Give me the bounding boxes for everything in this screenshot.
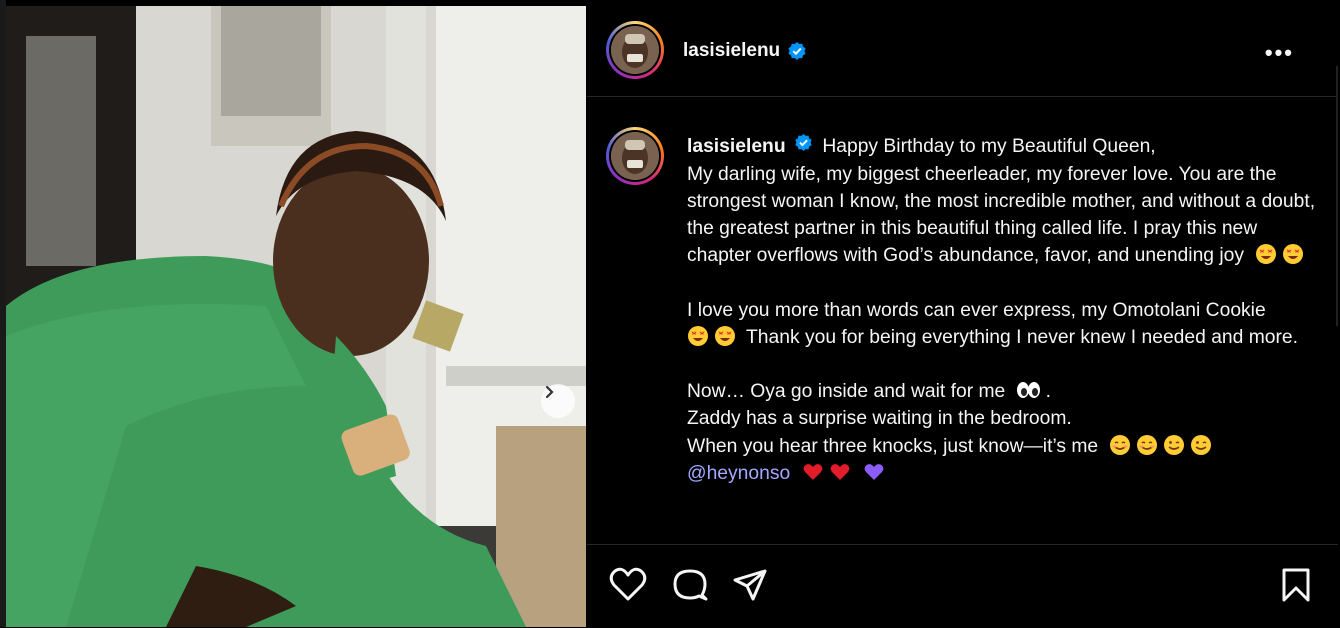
caption-line-2: My darling wife, my biggest cheerleader,… (687, 163, 1316, 267)
post-photo-illustration (6, 6, 586, 627)
verified-badge-icon (787, 41, 807, 66)
eyes-emoji-icon (1015, 379, 1041, 401)
caption-line-5: Now… Oya go inside and wait for me (687, 381, 1006, 403)
smile-emoji-icon (1109, 434, 1131, 456)
chevron-right-icon (545, 385, 554, 399)
star-eyes-emoji-icon (687, 325, 709, 347)
next-image-button[interactable] (541, 384, 575, 418)
red-heart-emoji-icon (802, 461, 824, 483)
post-header: lasisielenu ••• (587, 6, 1338, 97)
scrollbar[interactable] (1336, 66, 1338, 326)
caption-line-6: Zaddy has a surprise waiting in the bedr… (687, 408, 1072, 430)
caption-line-7: When you hear three knocks, just know—it… (687, 435, 1099, 457)
bookmark-icon[interactable] (1279, 567, 1313, 608)
star-eyes-emoji-icon (1282, 243, 1304, 265)
verified-badge-icon (794, 133, 813, 160)
caption-line-3: I love you more than words can ever expr… (687, 299, 1266, 321)
comment-icon[interactable] (671, 567, 709, 608)
mention-link[interactable]: @heynonso (687, 463, 790, 484)
smile-emoji-icon (1136, 434, 1158, 456)
caption-line-4: Thank you for being everything I never k… (746, 326, 1299, 348)
caption-area: lasisielenu Happy Birthday to my Beautif… (587, 97, 1338, 544)
caption-line-1: Happy Birthday to my Beautiful Queen, (822, 136, 1156, 157)
share-icon[interactable] (731, 567, 769, 608)
star-eyes-emoji-icon (714, 325, 736, 347)
post-details-panel: lasisielenu ••• lasisielenu Happy Birthd… (587, 6, 1338, 627)
header-avatar[interactable] (606, 21, 664, 79)
more-options-icon[interactable]: ••• (1265, 40, 1294, 66)
heart-icon[interactable] (609, 567, 647, 608)
post-image[interactable] (6, 6, 586, 627)
caption-username[interactable]: lasisielenu (687, 136, 786, 157)
star-eyes-emoji-icon (1255, 243, 1277, 265)
action-bar (587, 544, 1338, 628)
caption-text: lasisielenu Happy Birthday to my Beautif… (687, 133, 1317, 487)
header-username[interactable]: lasisielenu (683, 40, 780, 62)
purple-heart-emoji-icon (863, 461, 885, 483)
avatar-image (611, 26, 659, 74)
red-heart-emoji-icon (829, 461, 851, 483)
caption-avatar[interactable] (606, 127, 664, 185)
wink-emoji-icon (1190, 434, 1212, 456)
wink-emoji-icon (1163, 434, 1185, 456)
